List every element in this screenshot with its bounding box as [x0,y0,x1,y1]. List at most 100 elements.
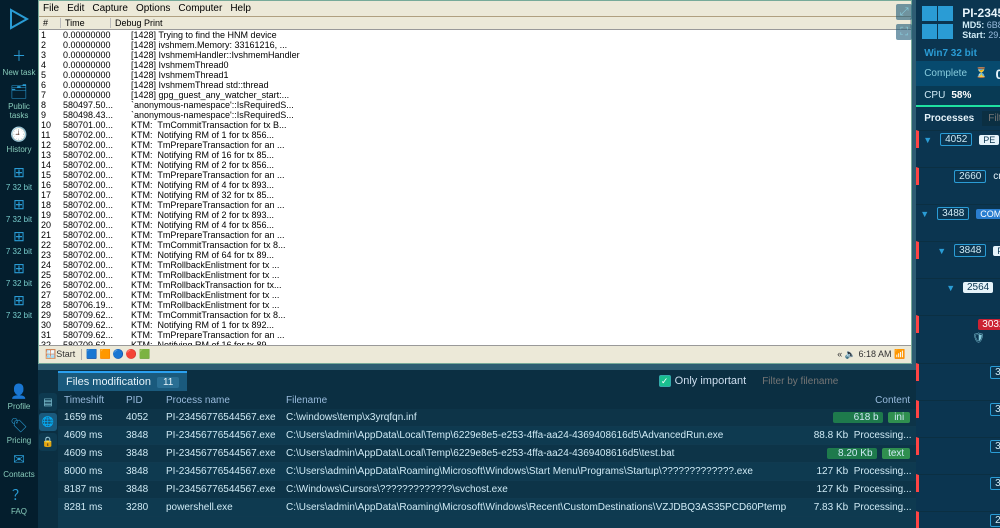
debug-row[interactable]: 22580702.00...KTM: TmCommitTransaction f… [39,240,911,250]
windows-icon: ⊞ [13,260,25,277]
windows-icon: ⊞ [13,228,25,245]
debug-row[interactable]: 16580702.00...KTM: Notifying RM of 4 for… [39,180,911,190]
side-tab-icon[interactable]: 🔒 [39,433,57,451]
rail-os-thumb[interactable]: ⊞7 32 bit [0,164,38,192]
rail-history[interactable]: 🕘History [0,126,38,154]
debugview-rows[interactable]: 10.00000000[1428] Trying to find the HNM… [39,30,911,345]
rail-os-thumb[interactable]: ⊞7 32 bit [0,196,38,224]
file-row[interactable]: 4609 ms 3848 PI-23456776544567.exe C:\Us… [58,427,916,445]
tray-app-icon[interactable]: 🟩 [139,349,150,360]
debug-row[interactable]: 13580702.00...KTM: Notifying RM of 16 fo… [39,150,911,160]
filter-filename-input[interactable] [756,374,916,389]
file-row[interactable]: 8000 ms 3848 PI-23456776544567.exe C:\Us… [58,463,916,481]
debug-row[interactable]: 60.00000000[1428] IvshmemThread std::thr… [39,80,911,90]
process-node[interactable]: 3226 sc.exe stop windefend [916,363,1000,381]
checkbox-icon[interactable]: ✓ [659,375,671,387]
process-node[interactable]: ▼ 2564 PE AdvancedRun.exe /EXEFilename "… [916,278,1000,296]
caret-icon[interactable]: ▼ [946,283,955,293]
tray-app-icon[interactable]: 🔴 [126,349,137,360]
process-node[interactable]: 2660 cmstp.exe /au C:\windows\temp\x3yrq… [916,167,1000,185]
debug-row[interactable]: 15580702.00...KTM: TmPrepareTransaction … [39,170,911,180]
process-node[interactable]: 2728 sc.exe stop wuauserv [916,511,1000,528]
file-row[interactable]: 1659 ms 4052 PI-23456776544567.exe C:\wi… [58,409,916,427]
debug-row[interactable]: 20580702.00...KTM: Notifying RM of 4 for… [39,220,911,230]
rail-faq[interactable]: ？FAQ [0,485,38,516]
process-node[interactable]: 3032 cmd.exe /c "C:\Users\admin\AppData\… [916,315,1000,333]
rail-os-thumb[interactable]: ⊞7 32 bit [0,292,38,320]
file-row[interactable]: 8281 ms 3280 powershell.exe C:\Users\adm… [58,499,916,517]
tray-app-icon[interactable]: 🔵 [113,349,124,360]
sample-md5: MD5: 6B81A0180A2D391AF6B604B016B90D01 [962,20,1000,30]
debug-row[interactable]: 21580702.00...KTM: TmPrepareTransaction … [39,230,911,240]
rail-icon: ✉ [13,451,25,468]
file-row[interactable]: 8187 ms 3848 PI-23456776544567.exe C:\Wi… [58,481,916,499]
side-tab-icon[interactable]: ▤ [39,393,57,411]
debug-row[interactable]: 18580702.00...KTM: TmPrepareTransaction … [39,200,911,210]
process-node[interactable]: 3308 sc.exe config windefend start= disa… [916,400,1000,418]
rail-profile[interactable]: 👤Profile [0,383,38,411]
rail-new-task[interactable]: ＋New task [0,46,38,77]
debug-row[interactable]: 28580706.19...KTM: TmRollbackEnlistment … [39,300,911,310]
debug-row[interactable]: 10.00000000[1428] Trying to find the HNM… [39,30,911,40]
debug-row[interactable]: 26580702.00...KTM: TmRollbackTransaction… [39,280,911,290]
debug-row[interactable]: 19580702.00...KTM: Notifying RM of 2 for… [39,210,911,220]
debug-row[interactable]: 20.00000000[1428] ivshmem.Memory: 331612… [39,40,911,50]
tray-app-icon[interactable]: 🟧 [99,349,110,360]
file-row[interactable]: 4609 ms 3848 PI-23456776544567.exe C:\Us… [58,445,916,463]
rail-contacts[interactable]: ✉Contacts [0,451,38,479]
tray-app-icon[interactable]: 🟦 [86,349,97,360]
tab-files-modification[interactable]: Files modification 11 [58,371,187,391]
elapsed-timer: 00:44 [995,66,1000,82]
only-important-toggle[interactable]: ✓ Only important [659,375,757,387]
process-filter-input[interactable] [982,111,1000,126]
debug-row[interactable]: 10580701.00...KTM: TmCommitTransaction f… [39,120,911,130]
processes-header: Processes ✓ Only important [916,107,1000,130]
process-node[interactable]: ▼ 3488 COM CMSTPLUA [916,204,1000,222]
debug-row[interactable]: 14580702.00...KTM: Notifying RM of 2 for… [39,160,911,170]
debug-row[interactable]: 30.00000000[1428] IvshmemHandler::Ivshme… [39,50,911,60]
main-area: ⤢ ⛶ FileEditCaptureOptionsComputerHelp #… [38,0,916,528]
rail-pricing[interactable]: 🏷Pricing [0,417,38,445]
caret-icon[interactable]: ▼ [923,135,933,145]
debug-row[interactable]: 9580498.43...`anonymous-namespace'::IsRe… [39,110,911,120]
rail-icon: 🗂 [10,83,28,100]
taskbar[interactable]: 🪟Start 🟦 🟧 🔵 🔴 🟩 « 🔈 6:18 AM 📶 [39,345,911,363]
process-node[interactable]: ▼ 4052 PE PI-23456776544567.exe [916,130,1000,148]
rail-icon: ？ [12,485,26,505]
debug-row[interactable]: 40.00000000[1428] IvshmemThread0 [39,60,911,70]
bottom-side-tabs[interactable]: ▤ 🌐 🔒 [38,392,58,528]
start-button[interactable]: 🪟Start [39,349,82,360]
debug-row[interactable]: 27580702.00...KTM: TmRollbackEnlistment … [39,290,911,300]
caret-icon[interactable]: ▼ [937,246,947,256]
debug-row[interactable]: 24580702.00...KTM: TmRollbackEnlistment … [39,260,911,270]
process-node[interactable]: 3064 sc.exe config Sense start= disabled [916,474,1000,492]
fullscreen-icon[interactable]: ⛶ [896,24,912,40]
rail-os-thumb[interactable]: ⊞7 32 bit [0,260,38,288]
caret-icon[interactable]: ▼ [920,209,930,219]
process-node[interactable]: 3416 sc.exe stop Sense [916,437,1000,455]
debug-row[interactable]: 8580497.50...`anonymous-namespace'::IsRe… [39,100,911,110]
debug-row[interactable]: 70.00000000[1428] gpg_guest_any_watcher_… [39,90,911,100]
system-tray[interactable]: « 🔈 6:18 AM 📶 [831,349,911,360]
pid-badge: 2564 [963,282,993,293]
debug-row[interactable]: 17580702.00...KTM: Notifying RM of 32 fo… [39,190,911,200]
debug-row[interactable]: 30580709.62...KTM: Notifying RM of 1 for… [39,320,911,330]
popout-icon[interactable]: ⤢ [896,4,912,20]
rail-public-tasks[interactable]: 🗂Public tasks [0,83,38,120]
debugview-menu[interactable]: FileEditCaptureOptionsComputerHelp [39,1,911,17]
pid-badge: 3488 [937,207,969,220]
rail-os-thumb[interactable]: ⊞7 32 bit [0,228,38,256]
debug-row[interactable]: 23580702.00...KTM: Notifying RM of 64 fo… [39,250,911,260]
rail-icon: 🏷 [10,417,28,434]
debug-row[interactable]: 50.00000000[1428] IvshmemThread1 [39,70,911,80]
debug-row[interactable]: 11580702.00...KTM: Notifying RM of 1 for… [39,130,911,140]
side-tab-icon[interactable]: 🌐 [39,413,57,431]
process-node[interactable]: ▼ 3848 PE PI-23456776544567.exe [916,241,1000,259]
process-tree[interactable]: ▼ 4052 PE PI-23456776544567.exe 📋862⚙63◆… [916,130,1000,528]
debug-row[interactable]: 29580709.62...KTM: TmCommitTransaction f… [39,310,911,320]
status-complete: Complete [924,68,967,79]
debug-row[interactable]: 25580702.00...KTM: TmRollbackEnlistment … [39,270,911,280]
debug-row[interactable]: 31580709.62...KTM: TmPrepareTransaction … [39,330,911,340]
vm-screen: ⤢ ⛶ FileEditCaptureOptionsComputerHelp #… [38,0,916,370]
debug-row[interactable]: 12580702.00...KTM: TmPrepareTransaction … [39,140,911,150]
